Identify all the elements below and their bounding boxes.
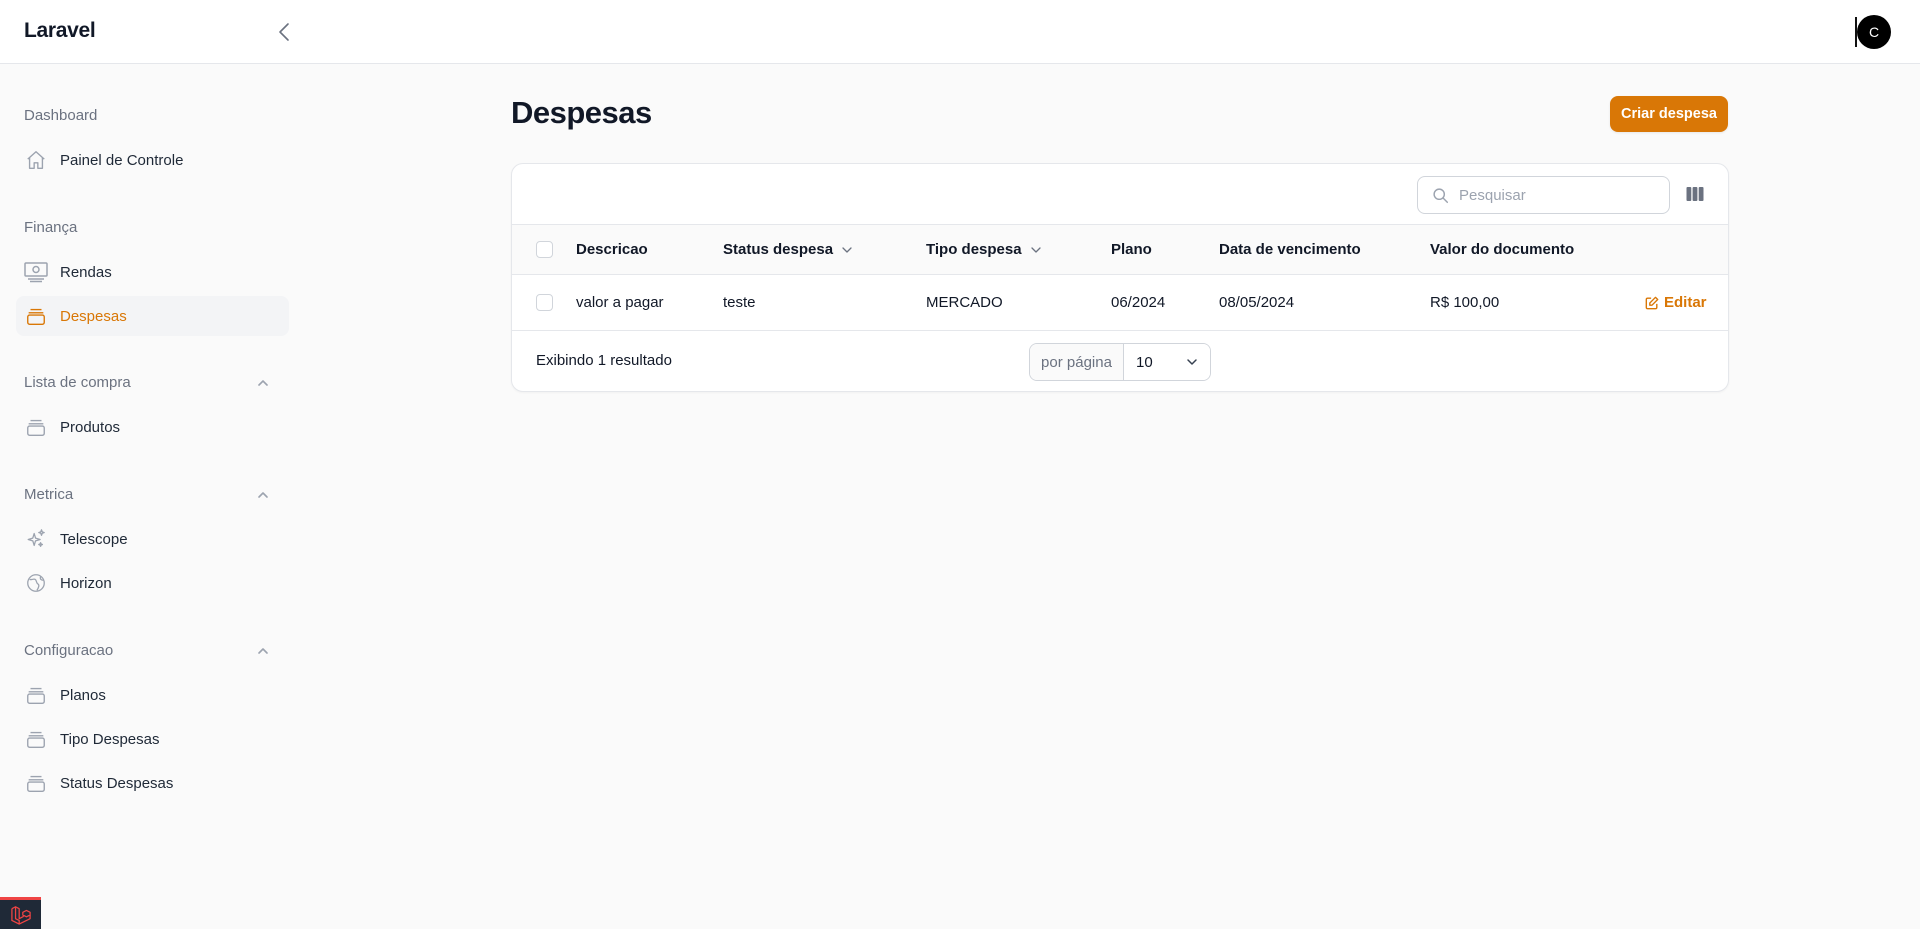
rectangle-stack-icon <box>24 304 48 328</box>
column-header-label: Plano <box>1111 241 1152 258</box>
sidebar-item-horizon[interactable]: Horizon <box>16 563 289 603</box>
banknotes-icon <box>24 260 48 284</box>
table-row: valor a pagar teste MERCADO 06/2024 08/0… <box>512 275 1728 331</box>
edit-link[interactable]: Editar <box>1645 294 1707 311</box>
table-header: Descricao Status despesa Tipo despesa Pl… <box>512 225 1728 275</box>
column-header-label: Valor do documento <box>1430 241 1575 258</box>
cell-descricao: valor a pagar <box>576 294 664 311</box>
column-header-descricao: Descricao <box>576 225 648 274</box>
top-bar: Laravel C <box>0 0 1920 64</box>
table-toolbar <box>512 164 1728 225</box>
debugbar-toggle[interactable] <box>0 897 41 929</box>
brand-logo[interactable]: Laravel <box>24 19 96 43</box>
user-avatar[interactable]: C <box>1857 15 1891 49</box>
sidebar-item-tipo-despesas[interactable]: Tipo Despesas <box>16 719 289 759</box>
rectangle-stack-icon <box>24 771 48 795</box>
sidebar-group-configuracao[interactable]: Configuracao <box>24 642 278 659</box>
edit-link-label: Editar <box>1664 294 1707 311</box>
sidebar-group-label: Lista de compra <box>24 374 131 391</box>
column-header-data-de-vencimento: Data de vencimento <box>1219 225 1361 274</box>
search-icon <box>1433 187 1449 203</box>
sparkles-icon <box>24 527 48 551</box>
sidebar-group-label: Configuracao <box>24 642 114 659</box>
column-header-status-despesa[interactable]: Status despesa <box>723 225 853 274</box>
column-header-label: Status despesa <box>723 241 834 258</box>
page-title: Despesas <box>511 95 652 130</box>
sidebar-group-financa: Finança <box>24 219 278 236</box>
column-header-label: Descricao <box>576 241 648 258</box>
sidebar-item-label: Planos <box>60 686 106 704</box>
chevron-down-icon <box>1030 246 1041 253</box>
chevron-up-icon <box>258 379 268 386</box>
sidebar-item-painel-de-controle[interactable]: Painel de Controle <box>16 140 289 180</box>
search-box[interactable] <box>1417 176 1670 214</box>
sidebar-group-dashboard: Dashboard <box>24 107 278 124</box>
globe-icon <box>24 571 48 595</box>
create-expense-button[interactable]: Criar despesa <box>1610 96 1728 132</box>
rectangle-stack-icon <box>24 415 48 439</box>
sidebar-item-telescope[interactable]: Telescope <box>16 519 289 559</box>
sidebar: Dashboard Painel de Controle Finança Ren… <box>0 64 300 929</box>
column-header-label: Tipo despesa <box>926 241 1022 258</box>
cell-status-despesa: teste <box>723 294 756 311</box>
column-header-valor-do-documento: Valor do documento <box>1430 225 1574 274</box>
select-all-checkbox[interactable] <box>536 241 553 258</box>
sidebar-group-label: Dashboard <box>24 107 98 124</box>
cell-data-de-vencimento: 08/05/2024 <box>1219 294 1295 311</box>
search-input[interactable] <box>1459 186 1659 204</box>
collapse-sidebar-button[interactable] <box>272 18 296 46</box>
sidebar-item-label: Rendas <box>60 263 112 281</box>
sidebar-group-metrica[interactable]: Metrica <box>24 486 278 503</box>
sidebar-item-label: Despesas <box>60 307 127 325</box>
cell-tipo-despesa: MERCADO <box>926 294 1003 311</box>
sidebar-item-label: Status Despesas <box>60 774 174 792</box>
chevron-up-icon <box>258 647 268 654</box>
row-checkbox[interactable] <box>536 294 553 311</box>
sidebar-item-label: Horizon <box>60 574 112 592</box>
sidebar-group-lista-de-compra[interactable]: Lista de compra <box>24 374 278 391</box>
sidebar-item-planos[interactable]: Planos <box>16 675 289 715</box>
select-all-cell <box>536 225 553 274</box>
sidebar-item-produtos[interactable]: Produtos <box>16 407 289 447</box>
sidebar-item-label: Painel de Controle <box>60 151 184 169</box>
rectangle-stack-icon <box>24 727 48 751</box>
column-header-tipo-despesa[interactable]: Tipo despesa <box>926 225 1042 274</box>
result-count: Exibindo 1 resultado <box>536 352 672 369</box>
per-page-control: por página 10 <box>1029 343 1211 381</box>
table-footer: Exibindo 1 resultado por página 10 <box>512 331 1728 392</box>
toggle-columns-button[interactable] <box>1685 184 1705 204</box>
row-select-cell <box>536 275 553 330</box>
cell-valor-do-documento: R$ 100,00 <box>1430 294 1500 311</box>
sidebar-item-despesas[interactable]: Despesas <box>16 296 289 336</box>
column-header-label: Data de vencimento <box>1219 241 1361 258</box>
chevron-down-icon <box>842 246 852 253</box>
home-icon <box>24 148 48 172</box>
pencil-square-icon <box>1645 296 1659 309</box>
rectangle-stack-icon <box>24 683 48 707</box>
sidebar-group-label: Metrica <box>24 486 74 503</box>
sidebar-item-rendas[interactable]: Rendas <box>16 252 289 292</box>
chevron-left-icon <box>279 23 289 41</box>
column-header-plano: Plano <box>1111 225 1152 274</box>
chevron-up-icon <box>258 491 268 498</box>
sidebar-item-status-despesas[interactable]: Status Despesas <box>16 763 289 803</box>
per-page-value: 10 <box>1136 353 1153 371</box>
cell-plano: 06/2024 <box>1111 294 1166 311</box>
row-actions-cell: Editar <box>1645 275 1707 330</box>
sidebar-item-label: Tipo Despesas <box>60 730 160 748</box>
expenses-table-card: Descricao Status despesa Tipo despesa Pl… <box>511 163 1729 392</box>
view-columns-icon <box>1686 187 1704 201</box>
per-page-label: por página <box>1030 344 1124 380</box>
sidebar-item-label: Produtos <box>60 418 121 436</box>
sidebar-group-label: Finança <box>24 219 78 236</box>
per-page-select[interactable]: 10 <box>1124 344 1210 380</box>
chevron-down-icon <box>1187 359 1197 365</box>
sidebar-item-label: Telescope <box>60 530 128 548</box>
laravel-logo-icon <box>10 905 31 925</box>
